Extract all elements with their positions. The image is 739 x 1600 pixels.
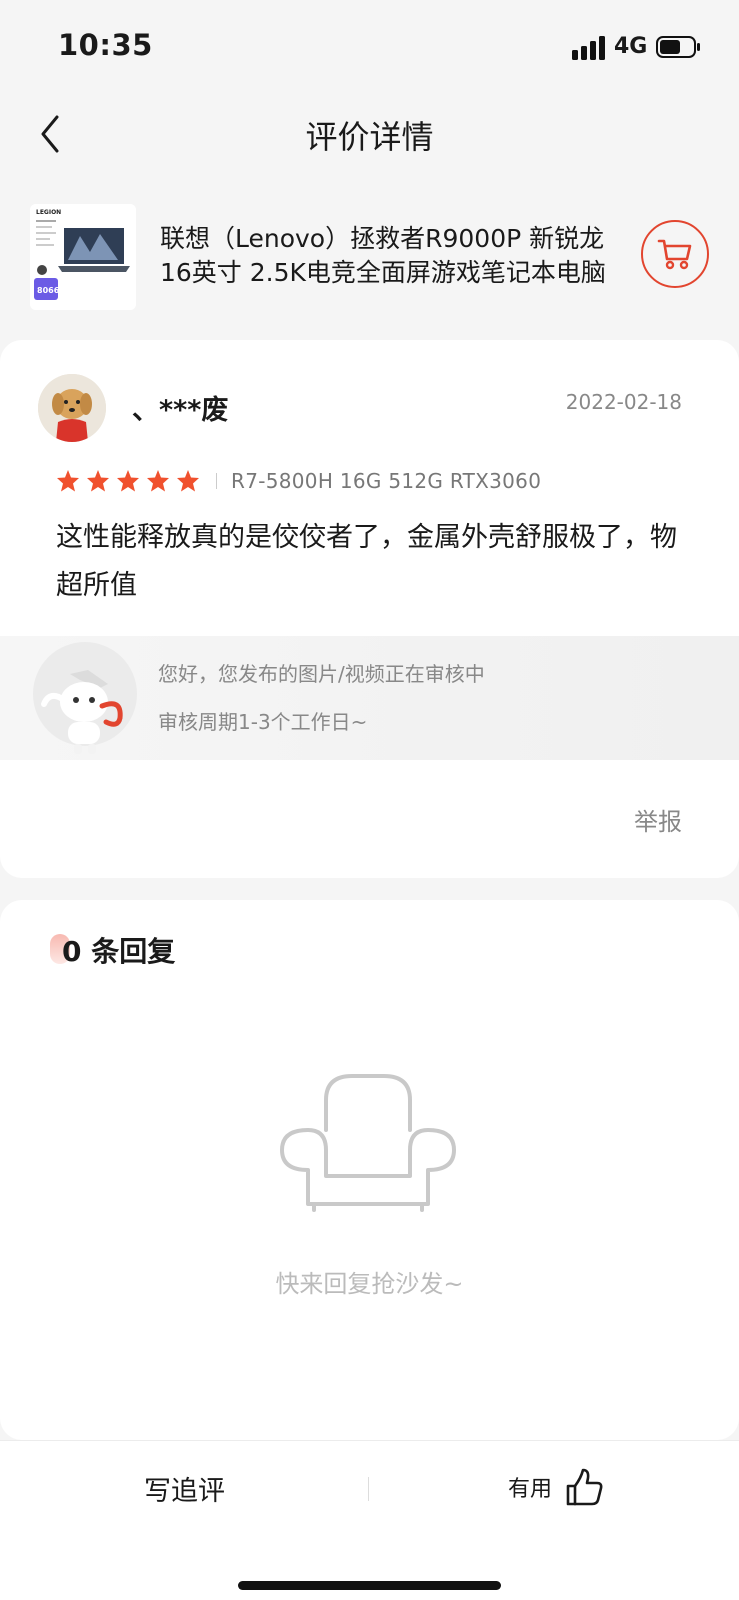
- status-time: 10:35: [58, 28, 153, 62]
- useful-button[interactable]: 有用: [508, 1463, 604, 1511]
- product-name[interactable]: 联想（Lenovo）拯救者R9000P 新锐龙 16英寸 2.5K电竞全面屏游戏…: [160, 222, 612, 290]
- avatar[interactable]: [38, 374, 106, 442]
- replies-header: 0 条回复: [50, 930, 175, 970]
- star-icon: [57, 470, 79, 492]
- sofa-icon: [280, 1074, 456, 1212]
- review-content: 这性能释放真的是佼佼者了，金属外壳舒服极了，物超所值: [56, 522, 677, 601]
- mascot-icon: [33, 642, 137, 754]
- bottom-divider: [368, 1477, 369, 1501]
- status-bar: 10:35 4G: [0, 0, 739, 94]
- signal-icon: [572, 36, 605, 60]
- media-review-notice: 您好，您发布的图片/视频正在审核中 审核周期1-3个工作日~: [0, 636, 739, 760]
- network-label: 4G: [614, 34, 648, 59]
- product-thumbnail[interactable]: LEGION 8066: [30, 204, 136, 310]
- page-title: 评价详情: [305, 118, 434, 156]
- spec-divider: [216, 473, 217, 489]
- review-card: 、***废 2022-02-18 R7-5800H 16G 512G RTX30…: [0, 340, 739, 878]
- bottom-action-bar: 写追评 有用: [0, 1440, 739, 1600]
- username: 、***废: [132, 395, 229, 426]
- product-row[interactable]: LEGION 8066 联想（Lenovo）拯救者R9000P 新锐龙 16英寸…: [0, 200, 739, 310]
- thumb-brand: LEGION: [36, 209, 61, 216]
- review-date: 2022-02-18: [565, 390, 682, 414]
- empty-replies-text: 快来回复抢沙发~: [275, 1270, 464, 1298]
- report-button[interactable]: 举报: [634, 802, 682, 837]
- star-icon: [117, 470, 139, 492]
- thumbs-up-icon: [566, 1468, 603, 1506]
- star-icon: [87, 470, 109, 492]
- nav-bar: 评价详情: [0, 94, 739, 184]
- rating-row: R7-5800H 16G 512G RTX3060: [56, 466, 541, 496]
- product-spec: R7-5800H 16G 512G RTX3060: [231, 469, 542, 493]
- useful-label: 有用: [508, 1477, 553, 1502]
- notice-subtext: 审核周期1-3个工作日~: [158, 710, 368, 734]
- write-followup-button[interactable]: 写追评: [0, 1469, 369, 1508]
- replies-count: 0 条回复: [62, 935, 176, 968]
- dog-avatar-image: [38, 374, 106, 442]
- notice-text: 您好，您发布的图片/视频正在审核中: [158, 662, 485, 686]
- home-indicator: [238, 1581, 501, 1590]
- cart-icon: [657, 239, 692, 270]
- laptop-image: LEGION 8066: [30, 204, 136, 310]
- star-icon: [177, 470, 199, 492]
- add-to-cart-button[interactable]: [641, 220, 709, 288]
- replies-card: 0 条回复 快来回复抢沙发~: [0, 900, 739, 1440]
- star-icon: [147, 470, 169, 492]
- thumb-price: 8066: [37, 286, 60, 295]
- battery-icon: [656, 36, 700, 58]
